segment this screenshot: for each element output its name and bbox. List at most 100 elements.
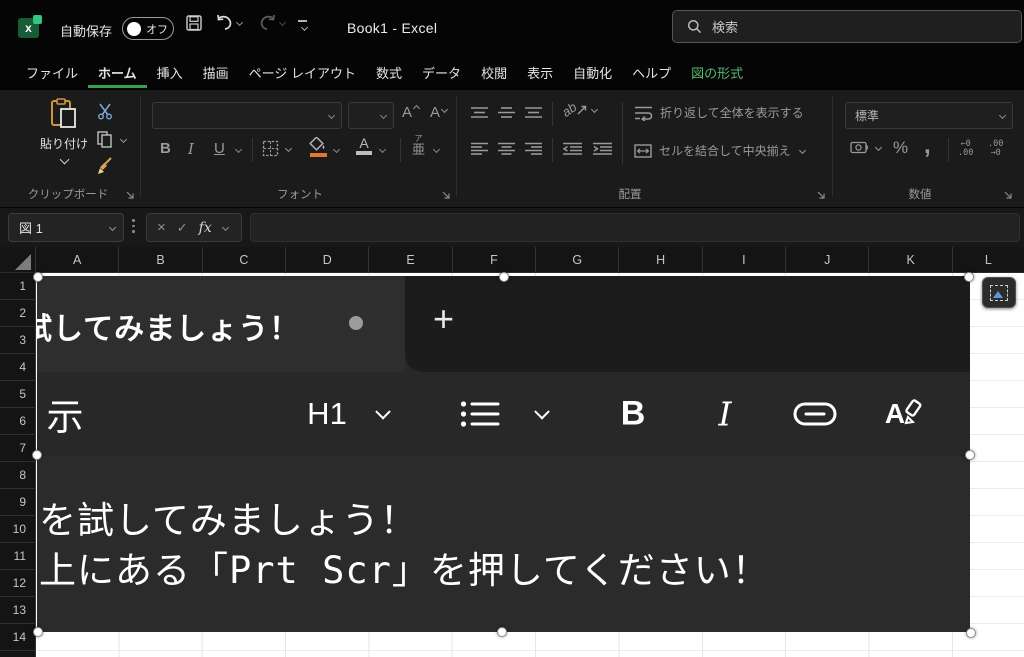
font-color-button[interactable]: A [356,137,372,155]
row-header-8[interactable]: 8 [0,462,35,489]
accounting-format-button[interactable] [850,140,881,155]
redo-button-disabled[interactable] [258,14,285,31]
align-left-button[interactable] [470,142,489,155]
excel-app-icon[interactable]: x [18,18,39,38]
formula-bar-grip[interactable] [132,219,135,233]
accounting-chevron-icon[interactable] [875,144,882,151]
orientation-button[interactable]: ab [562,102,597,117]
italic-button[interactable]: I [188,140,194,158]
row-header-13[interactable]: 13 [0,597,35,624]
tab-draw[interactable]: 描画 [193,56,239,88]
column-header-j[interactable]: J [786,247,869,272]
tab-home[interactable]: ホーム [88,56,147,88]
column-header-k[interactable]: K [869,247,952,272]
cut-button[interactable] [96,102,114,120]
row-header-4[interactable]: 4 [0,354,35,381]
bold-button[interactable]: B [160,140,171,157]
middle-align-button[interactable] [497,106,516,119]
column-header-l[interactable]: L [953,247,1024,272]
selection-handle-bottom-right[interactable] [966,628,976,638]
tab-help[interactable]: ヘルプ [622,56,681,88]
select-all-corner[interactable] [0,247,36,273]
row-header-12[interactable]: 12 [0,570,35,597]
selection-handle-bottom-middle[interactable] [497,627,507,637]
insert-function-icon[interactable]: fx [199,220,212,236]
formula-input[interactable] [250,213,1020,242]
pasted-screenshot-image[interactable]: 試してみましょう！ + 示 H1 B I A [37,276,970,632]
borders-button[interactable] [262,140,291,157]
row-header-7[interactable]: 7 [0,435,35,462]
tab-review[interactable]: 校閲 [471,56,517,88]
column-header-a[interactable]: A [36,247,119,272]
picture-layout-options-button[interactable] [982,277,1016,308]
merge-chevron-icon[interactable] [799,147,806,154]
underline-button[interactable]: U [214,140,225,157]
row-header-1[interactable]: 1 [0,273,35,300]
fx-chevron-icon[interactable] [222,224,229,231]
name-box[interactable]: 図 1 [8,213,124,242]
row-header-10[interactable]: 10 [0,516,35,543]
font-name-combo[interactable] [152,102,342,129]
increase-decimal-button[interactable]: ←0 .00 [958,140,973,158]
selection-handle-left-middle[interactable] [32,450,42,460]
row-header-5[interactable]: 5 [0,381,35,408]
enter-icon[interactable]: ✓ [177,220,188,236]
borders-chevron-icon[interactable] [285,145,292,152]
column-header-d[interactable]: D [286,247,369,272]
font-size-combo[interactable] [348,102,394,129]
fill-color-button[interactable] [308,137,328,157]
tab-automate[interactable]: 自動化 [563,56,622,88]
selection-handle-top-right[interactable] [964,272,974,282]
undo-menu-chevron-icon[interactable] [236,19,243,26]
customize-quick-access-button[interactable] [298,20,307,30]
percent-style-button[interactable]: % [893,138,908,158]
paste-chevron-icon[interactable] [59,155,69,165]
paste-button[interactable]: 貼り付け [34,98,94,180]
comma-style-button[interactable]: , [924,132,931,160]
shrink-font-button[interactable]: A [430,104,447,121]
font-color-chevron-icon[interactable] [379,146,386,153]
format-painter-button[interactable] [96,156,116,176]
row-header-3[interactable]: 3 [0,327,35,354]
fill-color-chevron-icon[interactable] [333,146,340,153]
copy-button[interactable] [96,130,126,148]
selection-handle-right-middle[interactable] [965,450,975,460]
row-header-2[interactable]: 2 [0,300,35,327]
search-box[interactable]: 検索 [672,10,1022,43]
number-format-combo[interactable]: 標準 [845,102,1013,129]
align-right-button[interactable] [524,142,543,155]
number-dialog-launcher-icon[interactable] [1002,189,1014,201]
cancel-icon[interactable]: × [157,220,166,235]
save-button[interactable] [185,14,203,32]
tab-formulas[interactable]: 数式 [366,56,412,88]
tab-insert[interactable]: 挿入 [147,56,193,88]
bottom-align-button[interactable] [524,106,543,119]
decrease-indent-button[interactable] [562,142,583,155]
grow-font-button[interactable]: A [402,104,419,121]
font-dialog-launcher-icon[interactable] [440,189,452,201]
decrease-decimal-button[interactable]: .00 →0 [988,140,1003,158]
tab-file[interactable]: ファイル [16,56,88,88]
increase-indent-button[interactable] [592,142,613,155]
tab-data[interactable]: データ [412,56,471,88]
selection-handle-top-left[interactable] [33,272,43,282]
phonetic-button[interactable]: ア 亜 [412,135,425,157]
column-header-i[interactable]: I [703,247,786,272]
wrap-text-button[interactable]: 折り返して全体を表示する [634,104,804,121]
undo-button[interactable] [215,14,242,31]
alignment-dialog-launcher-icon[interactable] [815,189,827,201]
autosave-toggle[interactable]: オフ [122,17,174,40]
align-center-button[interactable] [497,142,516,155]
selection-handle-bottom-left[interactable] [33,627,43,637]
row-header-6[interactable]: 6 [0,408,35,435]
row-header-11[interactable]: 11 [0,543,35,570]
column-header-b[interactable]: B [119,247,202,272]
column-header-e[interactable]: E [369,247,452,272]
orientation-chevron-icon[interactable] [591,106,598,113]
merge-center-button[interactable]: セルを結合して中央揃え [634,142,805,159]
column-header-g[interactable]: G [536,247,619,272]
clipboard-dialog-launcher-icon[interactable] [124,189,136,201]
column-header-h[interactable]: H [619,247,702,272]
column-header-f[interactable]: F [453,247,536,272]
phonetic-chevron-icon[interactable] [433,146,440,153]
